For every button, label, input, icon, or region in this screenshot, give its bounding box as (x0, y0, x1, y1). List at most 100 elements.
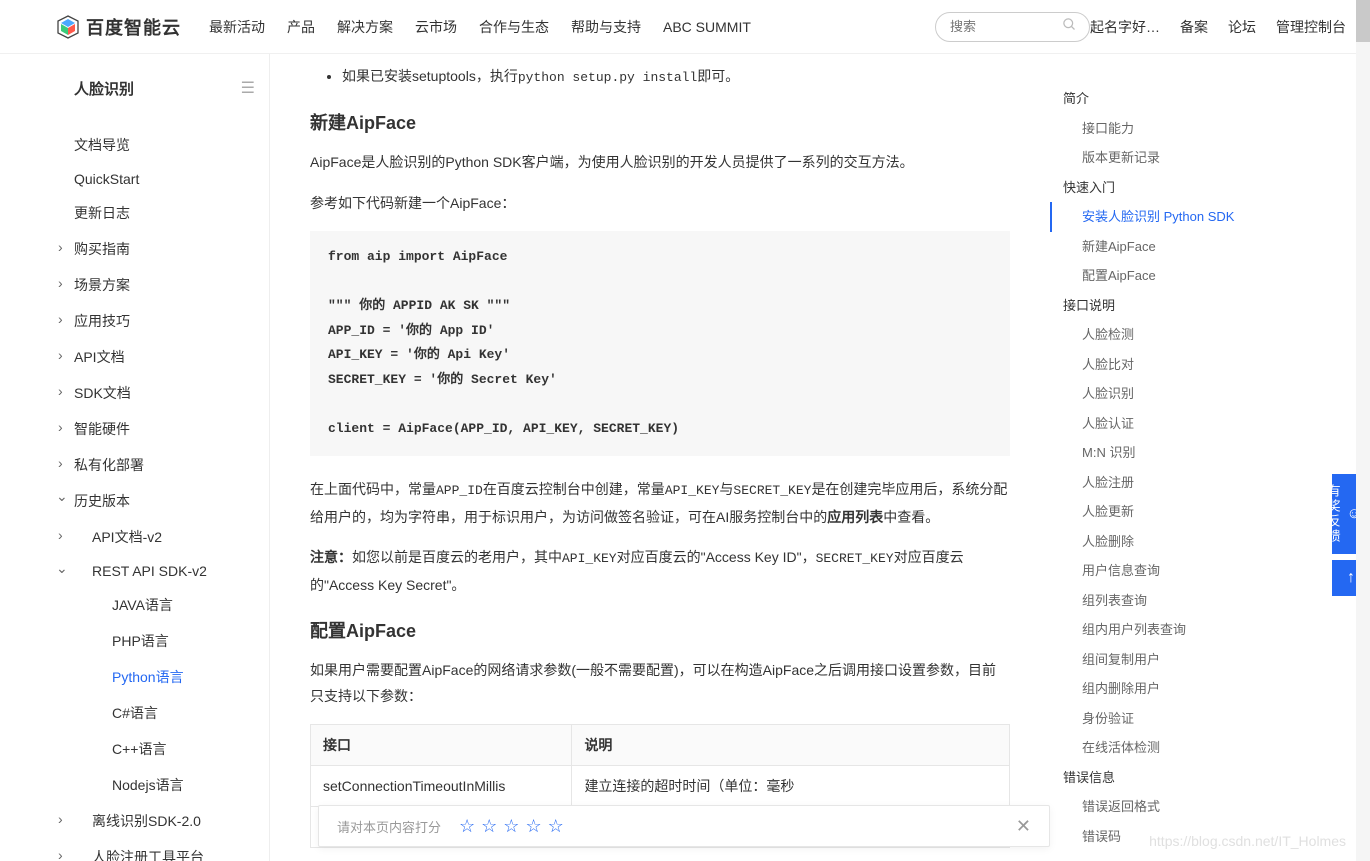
nav-item[interactable]: 产品 (287, 17, 315, 37)
star-icon[interactable]: ☆ (481, 816, 497, 837)
sidebar-item[interactable]: PHP语言 (62, 623, 259, 659)
toc-item[interactable]: 在线活体检测 (1058, 733, 1280, 763)
toc-item[interactable]: 人脸注册 (1058, 468, 1280, 498)
toc-item[interactable]: 组列表查询 (1058, 586, 1280, 616)
star-icon[interactable]: ☆ (459, 816, 475, 837)
paragraph: AipFace是人脸识别的Python SDK客户端，为使用人脸识别的开发人员提… (310, 149, 1010, 176)
heading-config-aipface: 配置AipFace (310, 617, 1010, 643)
sidebar-title: 人脸识别 (74, 78, 134, 99)
sidebar-item[interactable]: API文档 (62, 339, 259, 375)
sidebar-item[interactable]: 更新日志 (62, 195, 259, 231)
toc-item[interactable]: 人脸识别 (1058, 379, 1280, 409)
search-input[interactable] (935, 12, 1090, 42)
header-right-item[interactable]: 备案 (1180, 17, 1208, 37)
logo[interactable]: 百度智能云 (56, 14, 181, 40)
toc-item[interactable]: 配置AipFace (1058, 261, 1280, 291)
scrollbar-thumb[interactable] (1356, 0, 1370, 42)
star-icon[interactable]: ☆ (525, 816, 541, 837)
toc-item[interactable]: 组内用户列表查询 (1058, 615, 1280, 645)
main-container: 人脸识别 ☰ 文档导览QuickStart更新日志购买指南场景方案应用技巧API… (0, 54, 1370, 861)
toc-item[interactable]: M:N 识别 (1058, 438, 1280, 468)
star-icon[interactable]: ☆ (548, 816, 564, 837)
hamburger-icon[interactable]: ☰ (241, 81, 255, 97)
table-cell: setConnectionTimeoutInMillis (311, 765, 572, 806)
arrow-up-icon: ↑ (1347, 569, 1355, 587)
sidebar-item[interactable]: 智能硬件 (62, 411, 259, 447)
paragraph: 如果用户需要配置AipFace的网络请求参数(一般不需要配置)，可以在构造Aip… (310, 657, 1010, 710)
content: 如果已安装setuptools，执行python setup.py instal… (270, 54, 1050, 861)
scrollbar-track[interactable] (1356, 0, 1370, 861)
star-icon[interactable]: ☆ (503, 816, 519, 837)
sidebar-list: 文档导览QuickStart更新日志购买指南场景方案应用技巧API文档SDK文档… (62, 127, 259, 861)
nav-item[interactable]: 帮助与支持 (571, 17, 641, 37)
toc-item[interactable]: 用户信息查询 (1058, 556, 1280, 586)
table-header: 接口 (311, 724, 572, 765)
toc-item[interactable]: 接口说明 (1058, 291, 1280, 321)
toc-item[interactable]: 人脸检测 (1058, 320, 1280, 350)
sidebar-item[interactable]: 场景方案 (62, 267, 259, 303)
sidebar-item[interactable]: SDK文档 (62, 375, 259, 411)
rating-bar: 请对本页内容打分 ☆ ☆ ☆ ☆ ☆ ✕ (318, 805, 1050, 847)
search-field[interactable] (950, 19, 1062, 34)
sidebar-title-row: 人脸识别 ☰ (74, 78, 259, 99)
sidebar-item[interactable]: QuickStart (62, 163, 259, 195)
bullet-list: 如果已安装setuptools，执行python setup.py instal… (310, 64, 1010, 89)
search-icon (1062, 17, 1077, 36)
nav-item[interactable]: 合作与生态 (479, 17, 549, 37)
rating-stars: ☆ ☆ ☆ ☆ ☆ (459, 816, 564, 837)
close-icon[interactable]: ✕ (1016, 816, 1031, 837)
sidebar-item[interactable]: 人脸注册工具平台 (62, 839, 259, 861)
toc-item[interactable]: 版本更新记录 (1058, 143, 1280, 173)
sidebar-item[interactable]: 私有化部署 (62, 447, 259, 483)
feedback-text: 有奖反馈 (1324, 484, 1343, 544)
toc-item[interactable]: 人脸比对 (1058, 350, 1280, 380)
sidebar-item[interactable]: JAVA语言 (62, 587, 259, 623)
table-cell: 建立连接的超时时间（单位：毫秒 (572, 765, 1010, 806)
sidebar-item[interactable]: 离线识别SDK-2.0 (62, 803, 259, 839)
toc-item[interactable]: 错误返回格式 (1058, 792, 1280, 822)
sidebar: 人脸识别 ☰ 文档导览QuickStart更新日志购买指南场景方案应用技巧API… (0, 54, 270, 861)
sidebar-item[interactable]: C#语言 (62, 695, 259, 731)
toc-item[interactable]: 简介 (1058, 84, 1280, 114)
sidebar-item[interactable]: Python语言 (62, 659, 259, 695)
nav-item[interactable]: 最新活动 (209, 17, 265, 37)
toc: 简介接口能力版本更新记录快速入门安装人脸识别 Python SDK新建AipFa… (1050, 54, 1290, 861)
header: 百度智能云 最新活动产品解决方案云市场合作与生态帮助与支持ABC SUMMIT … (0, 0, 1370, 54)
table-header: 说明 (572, 724, 1010, 765)
toc-item[interactable]: 快速入门 (1058, 173, 1280, 203)
header-right-item[interactable]: 管理控制台 (1276, 17, 1346, 37)
code-block: from aip import AipFace """ 你的 APPID AK … (310, 231, 1010, 457)
toc-list: 简介接口能力版本更新记录快速入门安装人脸识别 Python SDK新建AipFa… (1058, 84, 1280, 851)
paragraph: 参考如下代码新建一个AipFace： (310, 190, 1010, 217)
header-right-item[interactable]: 起名字好… (1090, 17, 1160, 37)
sidebar-item[interactable]: C++语言 (62, 731, 259, 767)
sidebar-item[interactable]: 应用技巧 (62, 303, 259, 339)
paragraph-note: 注意：如您以前是百度云的老用户，其中API_KEY对应百度云的"Access K… (310, 544, 1010, 598)
toc-item[interactable]: 人脸认证 (1058, 409, 1280, 439)
nav-item[interactable]: 解决方案 (337, 17, 393, 37)
logo-text: 百度智能云 (86, 14, 181, 40)
toc-item[interactable]: 组内删除用户 (1058, 674, 1280, 704)
sidebar-item[interactable]: 文档导览 (62, 127, 259, 163)
toc-item[interactable]: 新建AipFace (1058, 232, 1280, 262)
toc-item[interactable]: 安装人脸识别 Python SDK (1050, 202, 1280, 232)
nav-item[interactable]: 云市场 (415, 17, 457, 37)
sidebar-item[interactable]: REST API SDK-v2 (62, 555, 259, 587)
toc-item[interactable]: 组间复制用户 (1058, 645, 1280, 675)
paragraph: 在上面代码中，常量APP_ID在百度云控制台中创建，常量API_KEY与SECR… (310, 476, 1010, 530)
table-row: setConnectionTimeoutInMillis建立连接的超时时间（单位… (311, 765, 1010, 806)
nav-item[interactable]: ABC SUMMIT (663, 19, 751, 35)
toc-item[interactable]: 接口能力 (1058, 114, 1280, 144)
toc-item[interactable]: 人脸删除 (1058, 527, 1280, 557)
toc-item[interactable]: 人脸更新 (1058, 497, 1280, 527)
header-right-item[interactable]: 论坛 (1228, 17, 1256, 37)
logo-icon (56, 15, 80, 39)
sidebar-item[interactable]: Nodejs语言 (62, 767, 259, 803)
header-right: 起名字好… 备案论坛管理控制台 (1090, 17, 1346, 37)
toc-item[interactable]: 身份验证 (1058, 704, 1280, 734)
toc-item[interactable]: 错误信息 (1058, 763, 1280, 793)
toc-item[interactable]: 错误码 (1058, 822, 1280, 852)
sidebar-item[interactable]: 购买指南 (62, 231, 259, 267)
sidebar-item[interactable]: API文档-v2 (62, 519, 259, 555)
sidebar-item[interactable]: 历史版本 (62, 483, 259, 519)
